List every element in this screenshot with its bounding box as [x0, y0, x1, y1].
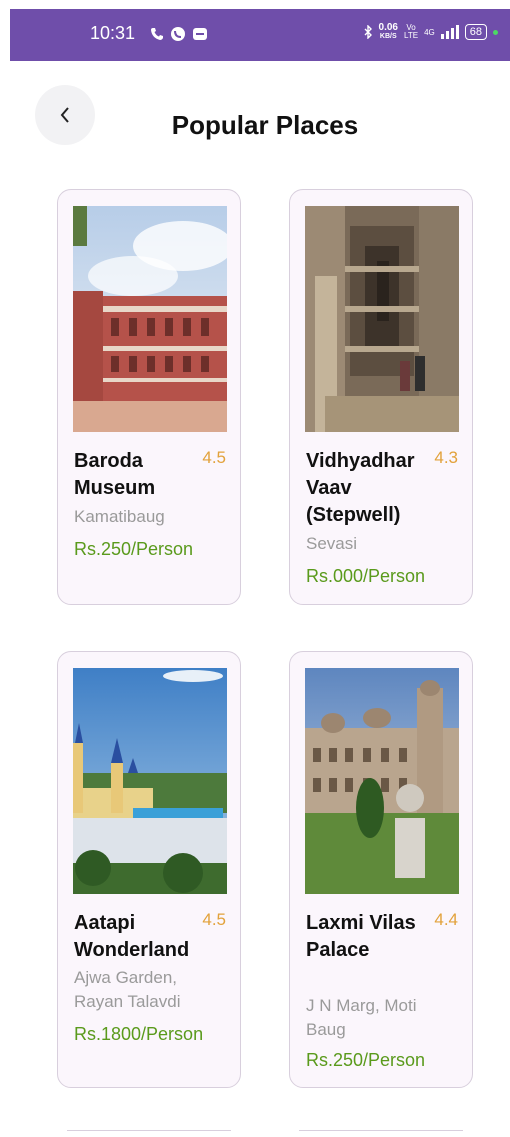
place-price: Rs.1800/Person: [74, 1024, 204, 1044]
whatsapp-icon: [171, 27, 185, 41]
next-card-edge: [67, 1130, 231, 1137]
place-name: Aatapi Wonderland: [74, 912, 190, 961]
signal-icon: [440, 25, 459, 39]
next-card-edge: [299, 1130, 463, 1137]
place-name: Baroda Museum: [74, 450, 156, 499]
place-image: [73, 206, 227, 432]
battery-indicator: 68: [464, 24, 487, 40]
place-location: Kamatibaug: [74, 507, 165, 526]
privacy-dot-icon: [493, 29, 498, 35]
place-rating: 4.3: [434, 448, 458, 467]
place-price: Rs.250/Person: [306, 1050, 426, 1070]
bluetooth-icon: [364, 25, 372, 39]
place-card[interactable]: Aatapi Wonderland 4.5 Ajwa Garden, Rayan…: [57, 651, 241, 1088]
place-location: J N Marg, Moti Baug: [306, 996, 417, 1039]
place-name: Laxmi Vilas Palace: [306, 912, 416, 961]
place-rating: 4.5: [202, 910, 226, 929]
network-speed-unit: KB/S: [379, 33, 397, 40]
place-rating: 4.5: [202, 448, 226, 467]
page-title: Popular Places: [171, 110, 359, 140]
network-type: 4G: [424, 27, 435, 37]
network-speed: 0.06 KB/S: [379, 23, 398, 41]
status-bar: 10:31 0.06 KB/S Vo LTE 4G 68: [10, 9, 510, 61]
place-rating: 4.4: [434, 910, 458, 929]
place-image: [73, 668, 227, 894]
place-location: Ajwa Garden, Rayan Talavdi: [74, 968, 181, 1011]
volte-icon: Vo LTE: [404, 23, 419, 40]
place-name: Vidhyadhar Vaav (Stepwell): [306, 450, 415, 526]
place-location: Sevasi: [306, 534, 358, 553]
place-card[interactable]: Vidhyadhar Vaav (Stepwell) 4.3 Sevasi Rs…: [289, 189, 473, 605]
place-card[interactable]: Baroda Museum 4.5 Kamatibaug Rs.250/Pers…: [57, 189, 241, 605]
place-card[interactable]: Laxmi Vilas Palace 4.4 J N Marg, Moti Ba…: [289, 651, 473, 1088]
message-icon: [193, 28, 207, 40]
place-price: Rs.000/Person: [306, 566, 426, 586]
network-speed-value: 0.06: [378, 22, 398, 33]
phone-icon: [151, 28, 163, 40]
status-time: 10:31: [90, 23, 136, 43]
place-image: [305, 668, 459, 894]
place-image: [305, 206, 459, 432]
place-price: Rs.250/Person: [74, 539, 194, 559]
